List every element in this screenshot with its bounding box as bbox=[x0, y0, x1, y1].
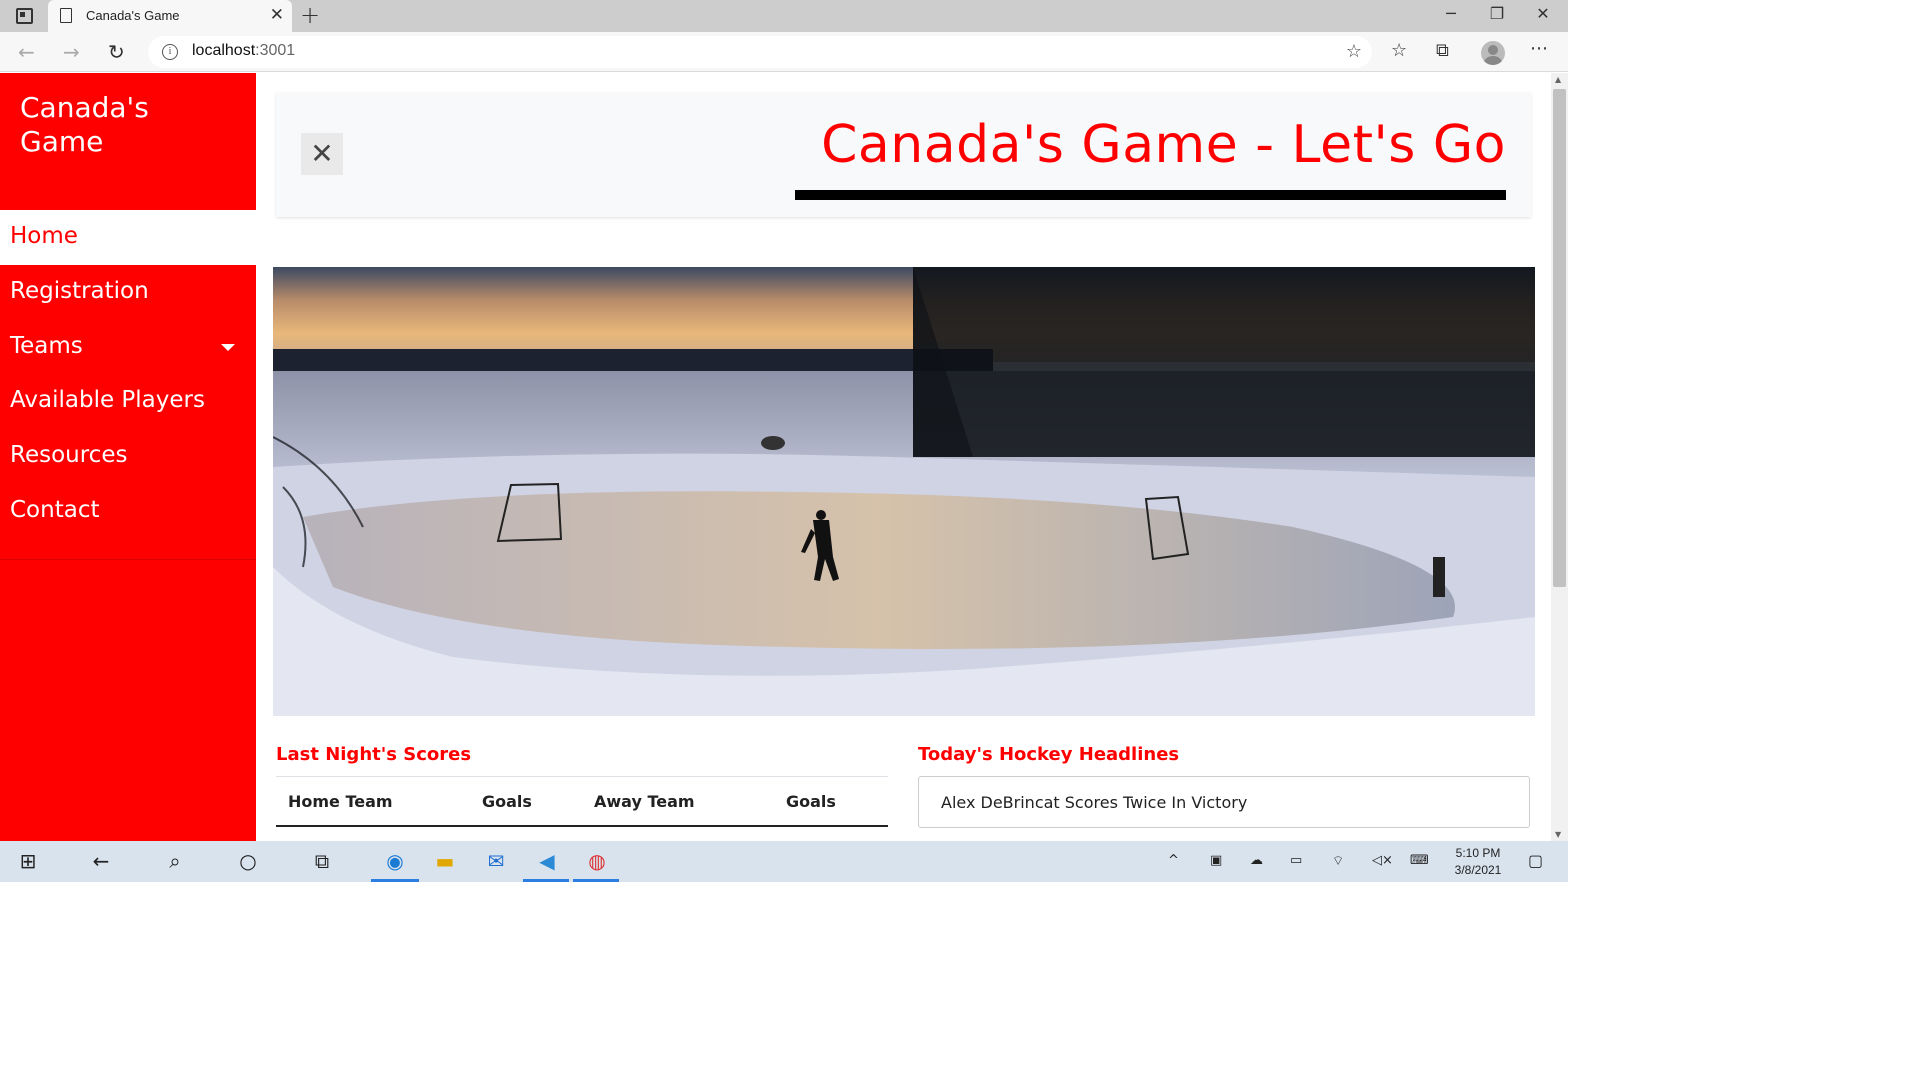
search-icon[interactable]: ⌕ bbox=[155, 849, 195, 873]
tab-title: Canada's Game bbox=[86, 8, 180, 23]
tab-close-icon[interactable]: ✕ bbox=[270, 5, 284, 25]
url-text[interactable]: localhost:3001 bbox=[192, 42, 295, 60]
main-content: ✕ Canada's Game - Let's Go Last Night's … bbox=[256, 73, 1551, 841]
chrome-icon[interactable]: ◍ bbox=[577, 849, 617, 873]
sidebar-item-registration[interactable]: Registration bbox=[10, 278, 149, 304]
chevron-up-icon[interactable]: ^ bbox=[1168, 853, 1179, 868]
back-icon[interactable]: ← bbox=[18, 40, 35, 64]
browser-tab-bar: Canada's Game ✕ + ─ ❐ ✕ bbox=[0, 0, 1568, 32]
browser-tab[interactable]: Canada's Game ✕ bbox=[48, 0, 292, 32]
cortana-icon[interactable]: ○ bbox=[228, 849, 268, 873]
scrollbar-thumb[interactable] bbox=[1553, 89, 1566, 587]
sidebar-divider bbox=[0, 559, 256, 560]
notifications-icon[interactable]: ▢ bbox=[1528, 851, 1543, 870]
sidebar-item-teams[interactable]: Teams bbox=[10, 333, 83, 359]
url-port: :3001 bbox=[255, 42, 296, 59]
browser-toolbar: ← → ↻ i localhost:3001 ☆ bbox=[0, 32, 1568, 72]
favorites-icon[interactable]: ☆ bbox=[1391, 40, 1407, 61]
page-title: Canada's Game - Let's Go bbox=[821, 115, 1506, 175]
scroll-down-icon[interactable]: ▼ bbox=[1555, 830, 1561, 839]
system-clock[interactable]: 5:10 PM 3/8/2021 bbox=[1450, 845, 1506, 879]
sidebar-item-resources[interactable]: Resources bbox=[10, 442, 127, 468]
task-view-icon[interactable]: ⧉ bbox=[302, 849, 342, 873]
reload-icon[interactable]: ↻ bbox=[108, 40, 125, 64]
column-away-team: Away Team bbox=[594, 792, 695, 811]
os-taskbar: ⊞ ← ⌕ ○ ⧉ ◉ ▬ ✉ ◀ ◍ ^ ▣ ☁ ▭ ⌔ ◁× ⌨ 5:10 … bbox=[0, 841, 1568, 882]
page-header: ✕ Canada's Game - Let's Go bbox=[276, 93, 1531, 217]
windows-start-icon[interactable]: ⊞ bbox=[8, 849, 48, 873]
minimize-button[interactable]: ─ bbox=[1428, 4, 1474, 23]
scores-title: Last Night's Scores bbox=[276, 744, 472, 765]
web-page: Canada's Game Home Registration Teams Av… bbox=[0, 73, 1551, 841]
sidebar-item-home-label[interactable]: Home bbox=[10, 223, 78, 249]
edge-icon[interactable]: ◉ bbox=[375, 849, 415, 873]
scores-table-header: Home Team Goals Away Team Goals bbox=[276, 776, 888, 827]
collections-icon[interactable]: ⧉ bbox=[1436, 40, 1449, 61]
clock-date: 3/8/2021 bbox=[1454, 863, 1502, 877]
sidebar: Canada's Game Home Registration Teams Av… bbox=[0, 73, 256, 841]
brand-title[interactable]: Canada's Game bbox=[20, 91, 220, 159]
back-arrow-icon[interactable]: ← bbox=[81, 849, 121, 873]
file-explorer-icon[interactable]: ▬ bbox=[425, 849, 465, 873]
volume-muted-icon[interactable]: ◁× bbox=[1372, 853, 1393, 868]
vscode-active-indicator bbox=[523, 879, 569, 882]
edge-active-indicator bbox=[371, 879, 419, 882]
headlines-title: Today's Hockey Headlines bbox=[918, 744, 1180, 765]
window-close-button[interactable]: ✕ bbox=[1520, 4, 1566, 23]
column-home-team: Home Team bbox=[288, 792, 393, 811]
scroll-up-icon[interactable]: ▲ bbox=[1555, 75, 1561, 84]
page-scrollbar[interactable]: ▲ ▼ bbox=[1551, 73, 1568, 841]
onedrive-icon[interactable]: ☁ bbox=[1250, 853, 1263, 868]
chrome-active-indicator bbox=[573, 879, 619, 882]
battery-icon[interactable]: ▭ bbox=[1290, 853, 1302, 868]
wifi-icon[interactable]: ⌔ bbox=[1332, 853, 1344, 869]
sidebar-item-contact[interactable]: Contact bbox=[10, 497, 99, 523]
meet-now-icon[interactable]: ▣ bbox=[1210, 853, 1222, 868]
more-options-icon[interactable]: ⋯ bbox=[1530, 38, 1548, 59]
mail-icon[interactable]: ✉ bbox=[476, 849, 516, 873]
column-away-goals: Goals bbox=[786, 792, 836, 811]
title-underline bbox=[795, 190, 1506, 200]
page-icon bbox=[60, 8, 72, 23]
site-info-icon[interactable]: i bbox=[162, 44, 178, 60]
add-favorite-icon[interactable]: ☆ bbox=[1346, 41, 1362, 62]
clock-time: 5:10 PM bbox=[1455, 846, 1501, 860]
profile-avatar[interactable] bbox=[1481, 41, 1505, 65]
url-host: localhost bbox=[192, 42, 256, 59]
close-sidebar-button[interactable]: ✕ bbox=[301, 133, 343, 175]
keyboard-icon[interactable]: ⌨ bbox=[1410, 853, 1429, 868]
headline-text[interactable]: Alex DeBrincat Scores Twice In Victory bbox=[941, 793, 1247, 812]
address-bar[interactable]: i localhost:3001 ☆ bbox=[148, 36, 1372, 68]
new-tab-button[interactable]: + bbox=[300, 1, 320, 29]
hero-image bbox=[273, 267, 1535, 716]
headline-item[interactable]: Alex DeBrincat Scores Twice In Victory bbox=[918, 776, 1530, 828]
sidebar-item-available-players[interactable]: Available Players bbox=[10, 387, 205, 413]
vscode-icon[interactable]: ◀ bbox=[527, 849, 567, 873]
tab-actions-icon[interactable] bbox=[16, 8, 33, 24]
restore-button[interactable]: ❐ bbox=[1474, 4, 1520, 23]
forward-icon[interactable]: → bbox=[63, 40, 80, 64]
chevron-down-icon[interactable] bbox=[221, 344, 235, 351]
column-home-goals: Goals bbox=[482, 792, 532, 811]
